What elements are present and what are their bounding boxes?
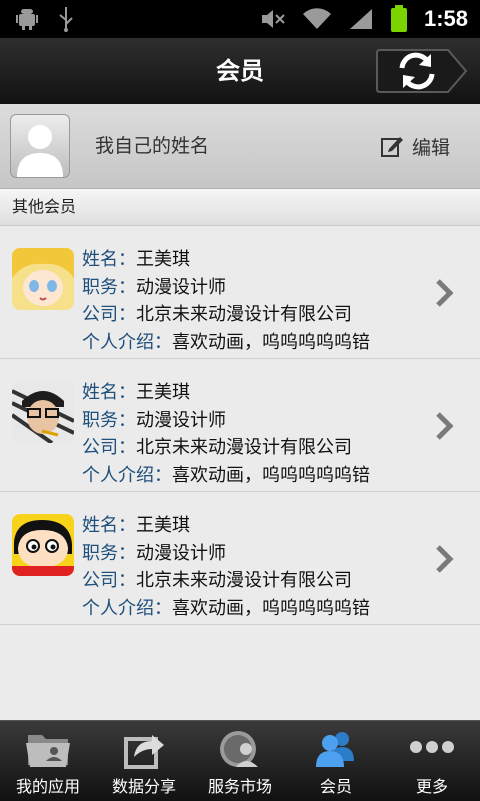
battery-icon (390, 5, 407, 32)
chevron-right-icon (436, 412, 454, 440)
member-list: 姓名：王美琪 职务：动漫设计师 公司：北京未来动漫设计有限公司 个人介绍：喜欢动… (0, 226, 480, 625)
list-item[interactable]: 姓名：王美琪 职务：动漫设计师 公司：北京未来动漫设计有限公司 个人介绍：喜欢动… (0, 492, 480, 625)
edit-icon (381, 137, 403, 157)
clock: 1:58 (423, 6, 468, 31)
nav-label: 数据分享 (111, 777, 176, 796)
nav-more[interactable]: 更多 (384, 721, 480, 801)
edit-label: 编辑 (412, 136, 451, 159)
member-title: 动漫设计师 (136, 542, 226, 564)
wifi-icon (302, 8, 331, 30)
nav-label: 服务市场 (207, 777, 272, 796)
edit-button[interactable]: 编辑 (380, 130, 450, 162)
mute-icon (261, 10, 285, 28)
nav-my-apps[interactable]: 我的应用 (0, 721, 96, 801)
name-label: 姓名： (82, 515, 136, 536)
name-label: 姓名： (82, 249, 136, 270)
section-header: 其他会员 (0, 189, 480, 226)
title-label: 职务： (82, 276, 136, 298)
member-company: 北京未来动漫设计有限公司 (136, 570, 352, 591)
refresh-button[interactable] (376, 48, 468, 94)
more-icon (410, 741, 454, 753)
profile-name: 我自己的姓名 (95, 135, 210, 157)
list-item[interactable]: 姓名：王美琪 职务：动漫设计师 公司：北京未来动漫设计有限公司 个人介绍：喜欢动… (0, 359, 480, 492)
nav-label: 会员 (319, 777, 352, 796)
member-avatar (12, 381, 74, 443)
avatar (10, 114, 70, 178)
nav-members[interactable]: 会员 (288, 721, 384, 801)
chevron-right-icon (436, 279, 454, 307)
member-avatar (12, 514, 74, 576)
share-icon (124, 735, 164, 769)
member-avatar (12, 248, 74, 310)
member-name: 王美琪 (136, 515, 190, 536)
member-company: 北京未来动漫设计有限公司 (136, 437, 352, 458)
member-intro: 喜欢动画，呜呜呜呜呜锫 (172, 331, 370, 353)
company-label: 公司： (82, 437, 136, 458)
my-profile[interactable]: 我自己的姓名 编辑 (0, 104, 480, 189)
member-company: 北京未来动漫设计有限公司 (136, 304, 352, 325)
title-label: 职务： (82, 542, 136, 564)
member-name: 王美琪 (136, 382, 190, 403)
member-name: 王美琪 (136, 249, 190, 270)
nav-label: 更多 (415, 777, 448, 796)
nav-service-market[interactable]: 服务市场 (192, 721, 288, 801)
status-bar: 1:58 (0, 0, 480, 38)
list-item[interactable]: 姓名：王美琪 职务：动漫设计师 公司：北京未来动漫设计有限公司 个人介绍：喜欢动… (0, 226, 480, 359)
market-icon (220, 731, 258, 767)
member-intro: 喜欢动画，呜呜呜呜呜锫 (172, 464, 370, 486)
intro-label: 个人介绍： (82, 464, 172, 486)
folder-icon (26, 735, 70, 767)
bottom-nav: 我的应用 数据分享 服务市场 会员 更多 (0, 720, 480, 801)
section-title: 其他会员 (12, 197, 77, 216)
android-debug-icon (16, 9, 38, 30)
member-title: 动漫设计师 (136, 276, 226, 298)
intro-label: 个人介绍： (82, 597, 172, 619)
company-label: 公司： (82, 570, 136, 591)
nav-label: 我的应用 (15, 777, 80, 796)
company-label: 公司： (82, 304, 136, 325)
nav-data-share[interactable]: 数据分享 (96, 721, 192, 801)
members-icon (316, 732, 354, 767)
name-label: 姓名： (82, 382, 136, 403)
member-title: 动漫设计师 (136, 409, 226, 431)
signal-icon (349, 9, 372, 29)
title-label: 职务： (82, 409, 136, 431)
member-intro: 喜欢动画，呜呜呜呜呜锫 (172, 597, 370, 619)
chevron-right-icon (436, 545, 454, 573)
intro-label: 个人介绍： (82, 331, 172, 353)
usb-icon (59, 7, 73, 32)
title-bar: 会员 (0, 38, 480, 105)
